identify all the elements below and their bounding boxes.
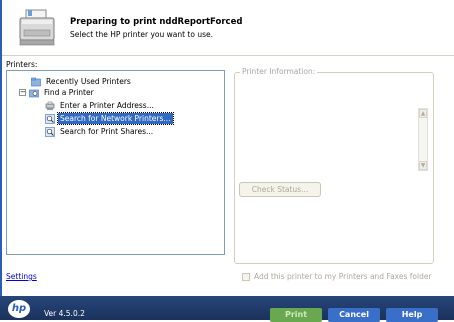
add-to-printers-label: Add this printer to my Printers and Faxe…: [254, 272, 432, 281]
tree-item-label: Enter a Printer Address...: [60, 101, 154, 110]
header-divider: [2, 55, 454, 56]
magnifier-icon: [45, 126, 55, 137]
folder-icon: [31, 77, 41, 86]
version-label: Ver 4.5.0.2: [44, 309, 85, 318]
printer-network-icon: [45, 101, 55, 110]
tree-item-search-network[interactable]: Search for Network Printers...: [45, 112, 174, 125]
settings-link[interactable]: Settings: [6, 272, 37, 281]
check-status-button[interactable]: Check Status...: [239, 182, 321, 197]
printers-label: Printers:: [6, 60, 38, 69]
hp-logo: hp: [8, 300, 30, 318]
tree-item-find-printer[interactable]: − Find a Printer: [19, 87, 96, 98]
tree-item-recently-used[interactable]: Recently Used Printers: [31, 76, 133, 87]
tree-item-label: Recently Used Printers: [46, 77, 131, 86]
scroll-up-icon[interactable]: ▲: [419, 109, 427, 118]
scroll-down-icon[interactable]: ▼: [419, 161, 427, 170]
tree-item-label: Find a Printer: [44, 88, 94, 97]
info-scrollbar[interactable]: ▲ ▼: [418, 108, 428, 171]
dialog-subtitle: Select the HP printer you want to use.: [70, 30, 214, 39]
tree-item-search-shares[interactable]: Search for Print Shares...: [45, 126, 155, 137]
printer-information-legend: Printer Information:: [240, 67, 318, 76]
tree-item-label: Search for Print Shares...: [60, 127, 154, 136]
folder-search-icon: [29, 89, 39, 97]
printer-tree[interactable]: Recently Used Printers − Find a Printer …: [6, 70, 225, 255]
collapse-icon[interactable]: −: [19, 89, 26, 96]
printer-icon: [19, 9, 55, 46]
tree-item-enter-address[interactable]: Enter a Printer Address...: [45, 100, 156, 111]
dialog-title: Preparing to print nddReportForced: [70, 17, 243, 27]
magnifier-icon: [45, 113, 55, 124]
tree-item-label: Search for Network Printers...: [57, 112, 174, 125]
dialog-header: [2, 0, 454, 56]
add-to-printers-checkbox[interactable]: [242, 273, 250, 281]
printer-information-text: [240, 84, 430, 176]
